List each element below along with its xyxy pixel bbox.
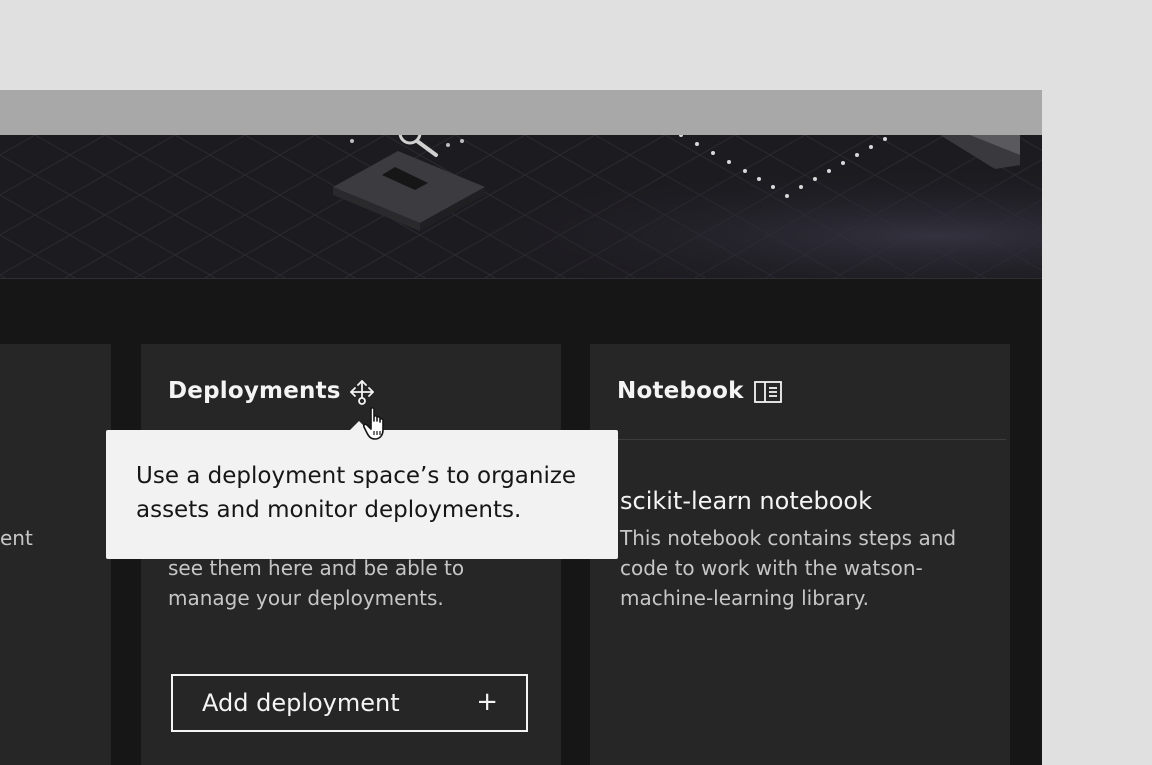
card-title: Notebook (617, 378, 744, 404)
card-body-text: ent (0, 526, 33, 550)
notebook-description-line-2: code to work with the watson- (620, 556, 923, 580)
card-body-line-2: manage your deployments. (168, 586, 444, 610)
card-header-divider (590, 439, 1006, 440)
app-window: ent Deployments see them here and be abl… (0, 90, 1042, 765)
notebook-item-title[interactable]: scikit-learn notebook (620, 487, 872, 515)
hand-pointer-cursor-icon (362, 406, 394, 446)
hero-banner (0, 135, 1042, 279)
card-title: Deployments (168, 378, 341, 404)
notebook-description-line-3: machine-learning library. (620, 586, 869, 610)
notebook-description-line-1: This notebook contains steps and (620, 526, 957, 550)
card-partial-left: ent (0, 344, 111, 765)
hero-divider (0, 278, 1042, 279)
hero-illustration (0, 135, 1042, 279)
window-titlebar (0, 90, 1042, 135)
add-deployment-label: Add deployment (202, 689, 400, 717)
card-notebook: Notebook scikit-learn notebook This note… (590, 344, 1010, 765)
book-open-icon[interactable] (754, 381, 782, 407)
plus-icon: + (476, 687, 498, 717)
tooltip-line-1: Use a deployment space’s to organize (136, 463, 577, 489)
deployments-tooltip: Use a deployment space’s to organize ass… (106, 421, 618, 559)
add-deployment-button[interactable]: Add deployment + (171, 674, 528, 732)
tooltip-line-2: assets and monitor deployments. (136, 497, 522, 523)
